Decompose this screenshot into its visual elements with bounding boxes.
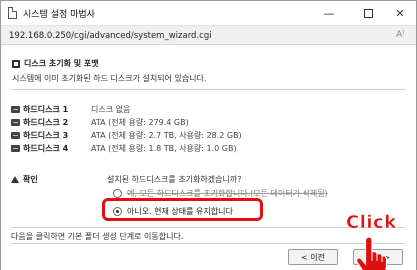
minimize-button[interactable]: — bbox=[312, 1, 346, 25]
divider bbox=[11, 243, 406, 244]
footer-note: 다음을 클릭하면 기본 폴더 생성 단계로 이동합니다. bbox=[11, 232, 184, 241]
pointing-hand-icon bbox=[355, 236, 388, 270]
wizard-content: 디스크 초기화 및 포맷 시스템에 이미 초기화된 하드 디스크가 설치되어 있… bbox=[1, 46, 416, 270]
confirm-label: 확인 bbox=[11, 174, 38, 185]
hard-disk-icon bbox=[11, 131, 20, 139]
title-bar: 시스템 설정 마법사 — ✕ bbox=[1, 1, 416, 25]
reader-view-icon[interactable]: A⁾ bbox=[396, 30, 404, 40]
hard-disk-icon bbox=[11, 118, 20, 126]
window-title: 시스템 설정 마법사 bbox=[23, 10, 95, 20]
close-button[interactable]: ✕ bbox=[383, 1, 417, 25]
address-bar[interactable]: 192.168.0.250/cgi/advanced/system_wizard… bbox=[1, 25, 416, 45]
disk-info: ATA (전체 용량: 1.8 TB, 사용량: 1.0 GB) bbox=[91, 143, 237, 153]
maximize-icon bbox=[363, 8, 373, 18]
disk-row: 하드디스크 3 ATA (전체 용량: 2.7 TB, 사용량: 28.2 GB… bbox=[11, 129, 242, 141]
disk-name: 하드디스크 2 bbox=[23, 117, 69, 127]
section-title: 디스크 초기화 및 포맷 bbox=[24, 59, 99, 68]
radio-button[interactable] bbox=[113, 189, 122, 198]
disk-row: 하드디스크 2 ATA (전체 용량: 279.4 GB) bbox=[11, 116, 189, 128]
disk-info: ATA (전체 용량: 279.4 GB) bbox=[91, 117, 189, 127]
disk-info: ATA (전체 용량: 2.7 TB, 사용량: 28.2 GB) bbox=[91, 130, 242, 140]
wizard-window: 시스템 설정 마법사 — ✕ 192.168.0.250/cgi/advance… bbox=[0, 0, 417, 270]
divider bbox=[11, 89, 406, 90]
disk-name: 하드디스크 4 bbox=[23, 143, 69, 153]
click-annotation: Click bbox=[346, 212, 397, 234]
disk-info: 디스크 없음 bbox=[91, 104, 131, 114]
disk-row: 하드디스크 1 디스크 없음 bbox=[11, 103, 130, 115]
hard-disk-icon bbox=[11, 144, 20, 152]
disk-name: 하드디스크 1 bbox=[23, 104, 69, 114]
maximize-button[interactable] bbox=[351, 1, 385, 25]
disk-name: 하드디스크 3 bbox=[23, 130, 69, 140]
warning-icon bbox=[11, 176, 19, 183]
highlight-annotation bbox=[102, 198, 263, 221]
url-text[interactable]: 192.168.0.250/cgi/advanced/system_wizard… bbox=[9, 31, 212, 41]
section-heading: 디스크 초기화 및 포맷 bbox=[12, 58, 99, 69]
square-icon bbox=[12, 59, 20, 68]
confirm-question: 설치된 하드디스크를 초기화하겠습니까? bbox=[107, 175, 242, 184]
prev-button[interactable]: < 이전 bbox=[288, 249, 338, 265]
disk-row: 하드디스크 4 ATA (전체 용량: 1.8 TB, 사용량: 1.0 GB) bbox=[11, 142, 237, 154]
section-intro: 시스템에 이미 초기화된 하드 디스크가 설치되어 있습니다. bbox=[12, 74, 207, 83]
page-icon bbox=[8, 7, 17, 19]
confirm-label-text: 확인 bbox=[23, 175, 38, 184]
hard-disk-icon bbox=[11, 105, 20, 113]
